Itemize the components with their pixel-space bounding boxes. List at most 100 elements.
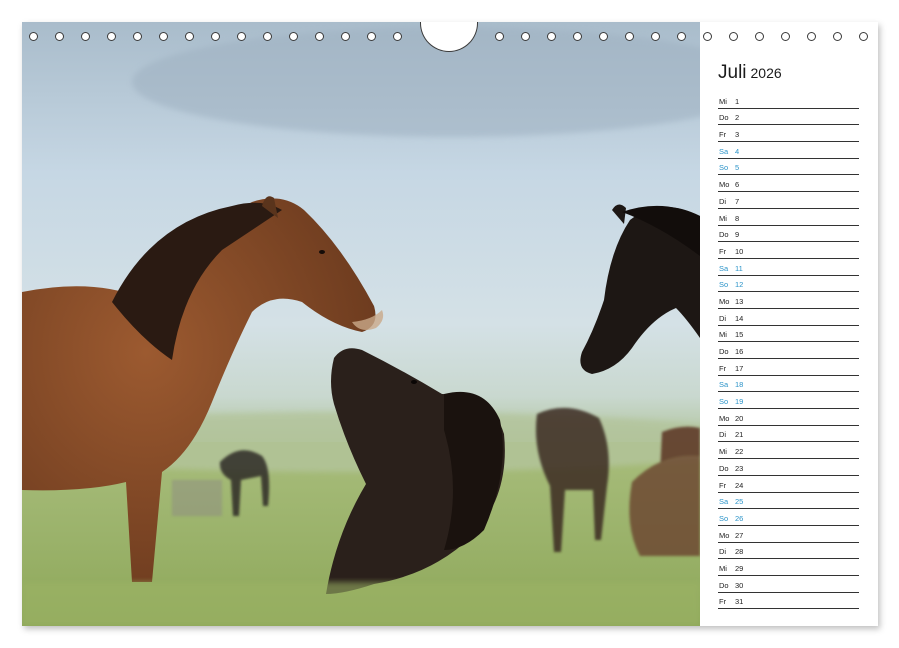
day-name: Mi (719, 97, 727, 106)
day-row: Sa 4 (718, 142, 859, 159)
calendar-sidebar: Juli2026 Mi1Do2Fr3Sa4So5Mo6Di7Mi8Do9Fr10… (700, 22, 878, 626)
day-number: 8 (735, 214, 739, 223)
day-number: 10 (735, 247, 743, 256)
day-row: So 19 (718, 392, 859, 409)
day-row: Mi 29 (718, 559, 859, 576)
day-row: Sa 18 (718, 376, 859, 393)
day-row: Fr 17 (718, 359, 859, 376)
day-name: Mi (719, 214, 727, 223)
day-number: 5 (735, 163, 739, 172)
day-number: 11 (735, 264, 743, 273)
day-row: Fr 31 (718, 593, 859, 610)
month-heading: Juli2026 (718, 62, 782, 84)
calendar-page: Juli2026 Mi1Do2Fr3Sa4So5Mo6Di7Mi8Do9Fr10… (22, 22, 878, 626)
day-number: 22 (735, 447, 743, 456)
day-row: Do 16 (718, 342, 859, 359)
day-row: Di 7 (718, 192, 859, 209)
day-number: 12 (735, 280, 743, 289)
day-row: Sa 25 (718, 493, 859, 510)
day-name: So (719, 397, 728, 406)
day-row: Do 9 (718, 226, 859, 243)
horses-photo (22, 22, 700, 626)
day-row: Di 28 (718, 543, 859, 560)
day-name: Sa (719, 147, 728, 156)
day-number: 25 (735, 497, 743, 506)
day-name: Mo (719, 297, 729, 306)
day-row: Mo 13 (718, 292, 859, 309)
day-name: Fr (719, 481, 726, 490)
day-row: So 5 (718, 159, 859, 176)
day-name: Fr (719, 247, 726, 256)
day-row: Mo 6 (718, 175, 859, 192)
day-name: Sa (719, 497, 728, 506)
day-row: Mo 27 (718, 526, 859, 543)
day-name: Sa (719, 380, 728, 389)
day-name: Fr (719, 364, 726, 373)
month-name: Juli (718, 62, 747, 83)
day-number: 15 (735, 330, 743, 339)
day-number: 23 (735, 464, 743, 473)
day-name: Di (719, 197, 726, 206)
day-number: 20 (735, 414, 743, 423)
day-row: Sa 11 (718, 259, 859, 276)
horses-illustration (22, 22, 700, 626)
day-number: 24 (735, 481, 743, 490)
day-name: Di (719, 430, 726, 439)
month-year: 2026 (751, 65, 782, 81)
day-number: 19 (735, 397, 743, 406)
day-row: Mi 1 (718, 92, 859, 109)
day-row: Fr 3 (718, 125, 859, 142)
day-row: So 12 (718, 276, 859, 293)
day-row: Mo 20 (718, 409, 859, 426)
day-name: Sa (719, 264, 728, 273)
day-row: Fr 24 (718, 476, 859, 493)
day-name: Do (719, 113, 729, 122)
day-number: 31 (735, 597, 743, 606)
day-number: 7 (735, 197, 739, 206)
day-name: Mi (719, 447, 727, 456)
day-number: 1 (735, 97, 739, 106)
day-name: Do (719, 347, 729, 356)
day-name: Mo (719, 180, 729, 189)
day-name: So (719, 514, 728, 523)
day-name: So (719, 163, 728, 172)
day-name: Mi (719, 564, 727, 573)
day-number: 27 (735, 531, 743, 540)
day-name: Mo (719, 414, 729, 423)
day-number: 21 (735, 430, 743, 439)
day-row: Do 23 (718, 459, 859, 476)
day-number: 2 (735, 113, 739, 122)
day-number: 26 (735, 514, 743, 523)
day-name: Mo (719, 531, 729, 540)
day-name: Do (719, 464, 729, 473)
day-name: So (719, 280, 728, 289)
day-number: 14 (735, 314, 743, 323)
day-name: Fr (719, 597, 726, 606)
day-number: 3 (735, 130, 739, 139)
day-name: Mi (719, 330, 727, 339)
day-number: 13 (735, 297, 743, 306)
day-row: Di 21 (718, 426, 859, 443)
day-list: Mi 1 Do 2 Fr 3 Sa 4 So 5 Mo 6 Di 7 Mi 8 Do 9 Fr 10 Sa 11 So 12 M… (718, 92, 859, 609)
day-row: Mi 8 (718, 209, 859, 226)
day-row: Mi 15 (718, 326, 859, 343)
day-number: 29 (735, 564, 743, 573)
day-number: 9 (735, 230, 739, 239)
day-row: Fr 10 (718, 242, 859, 259)
day-row: So 26 (718, 509, 859, 526)
day-row: Do 30 (718, 576, 859, 593)
day-name: Di (719, 314, 726, 323)
day-row: Mi 22 (718, 442, 859, 459)
day-number: 4 (735, 147, 739, 156)
day-row: Di 14 (718, 309, 859, 326)
day-number: 30 (735, 581, 743, 590)
day-name: Di (719, 547, 726, 556)
day-number: 28 (735, 547, 743, 556)
day-number: 16 (735, 347, 743, 356)
day-name: Do (719, 230, 729, 239)
day-name: Do (719, 581, 729, 590)
day-number: 6 (735, 180, 739, 189)
day-name: Fr (719, 130, 726, 139)
day-number: 18 (735, 380, 743, 389)
day-number: 17 (735, 364, 743, 373)
